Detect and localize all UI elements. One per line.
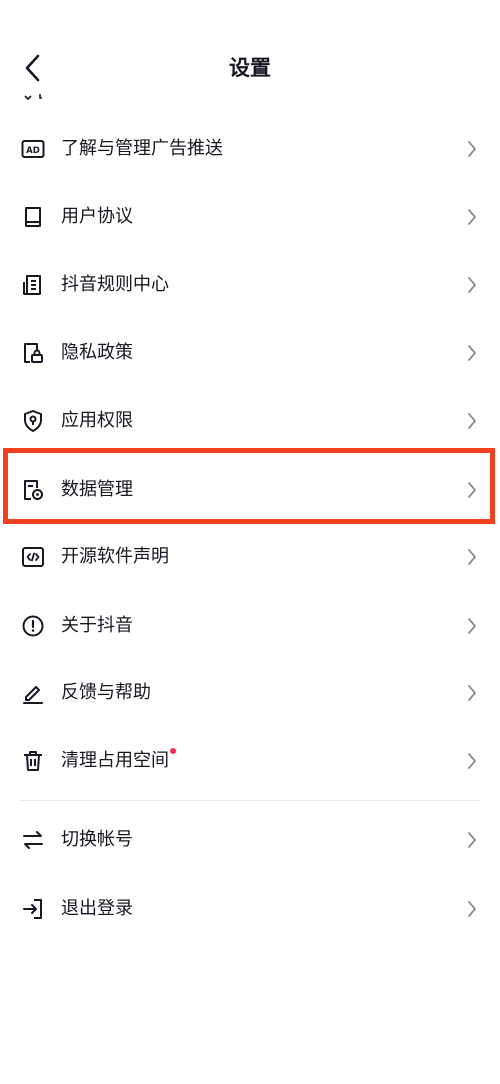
trash-icon — [20, 748, 46, 774]
menu-item-data-management[interactable]: 数据管理 — [0, 456, 500, 524]
menu-item-label: 应用权限 — [61, 410, 133, 431]
menu-item-rules-center[interactable]: 抖音规则中心 — [0, 251, 500, 319]
book-icon — [20, 204, 46, 230]
chevron-right-icon — [466, 480, 478, 500]
notification-dot — [170, 748, 176, 754]
menu-item-label: 清理占用空间 — [61, 748, 176, 774]
chevron-right-icon — [466, 411, 478, 431]
menu-item-feedback-help[interactable]: 反馈与帮助 — [0, 659, 500, 727]
svg-text:AD: AD — [26, 146, 40, 156]
clipped-item-icon — [22, 88, 52, 108]
chevron-right-icon — [466, 751, 478, 771]
exclamation-circle-icon — [20, 613, 46, 639]
ad-icon: AD — [20, 136, 46, 162]
logout-icon — [20, 896, 46, 922]
file-lock-icon — [20, 340, 46, 366]
chevron-right-icon — [466, 683, 478, 703]
menu-item-about[interactable]: 关于抖音 — [0, 592, 500, 660]
menu-item-switch-account[interactable]: 切换帐号 — [0, 806, 500, 874]
switch-arrows-icon — [20, 827, 46, 853]
menu-item-open-source[interactable]: 开源软件声明 — [0, 523, 500, 591]
menu-item-label: 开源软件声明 — [61, 546, 169, 567]
menu-item-clear-storage[interactable]: 清理占用空间 — [0, 727, 500, 795]
menu-item-app-permissions[interactable]: 应用权限 — [0, 387, 500, 455]
menu-item-label: 关于抖音 — [61, 615, 133, 636]
chevron-right-icon — [466, 139, 478, 159]
code-icon — [20, 544, 46, 570]
chevron-right-icon — [466, 547, 478, 567]
pen-icon — [20, 680, 46, 706]
chevron-right-icon — [466, 616, 478, 636]
menu-item-label: 隐私政策 — [61, 342, 133, 363]
menu-item-label: 抖音规则中心 — [61, 274, 169, 295]
menu-item-label: 数据管理 — [61, 479, 133, 500]
menu-item-label: 了解与管理广告推送 — [61, 138, 223, 159]
menu-item-label: 退出登录 — [61, 898, 133, 919]
chevron-right-icon — [466, 343, 478, 363]
chevron-right-icon — [466, 207, 478, 227]
menu-item-label: 用户协议 — [61, 206, 133, 227]
chevron-right-icon — [466, 899, 478, 919]
menu-item-logout[interactable]: 退出登录 — [0, 875, 500, 943]
menu-item-ad-management[interactable]: AD 了解与管理广告推送 — [0, 115, 500, 183]
chevron-right-icon — [466, 275, 478, 295]
page-title: 设置 — [229, 56, 271, 80]
menu-item-user-agreement[interactable]: 用户协议 — [0, 183, 500, 251]
document-list-icon — [20, 272, 46, 298]
file-gear-icon — [20, 477, 46, 503]
chevron-right-icon — [466, 830, 478, 850]
shield-icon — [20, 408, 46, 434]
menu-item-label: 反馈与帮助 — [61, 682, 151, 703]
menu-item-label: 切换帐号 — [61, 829, 133, 850]
header-bar: 设置 — [0, 0, 500, 100]
section-divider — [20, 800, 480, 801]
menu-item-privacy-policy[interactable]: 隐私政策 — [0, 319, 500, 387]
